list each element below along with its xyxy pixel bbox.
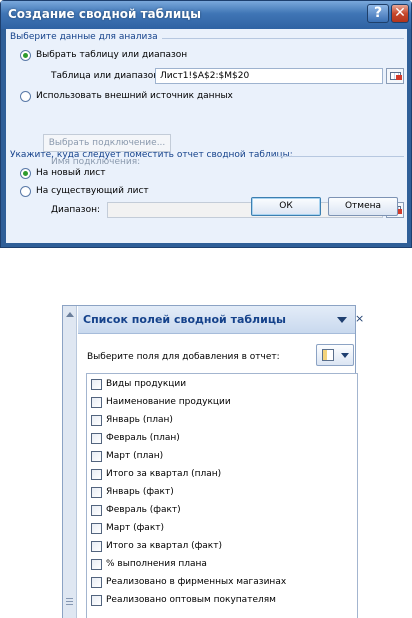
pivot-field-list-panel: Список полей сводной таблицы × Выберите … bbox=[62, 305, 364, 618]
panel-side-strip bbox=[63, 306, 77, 618]
group-header-location: Укажите, куда следует поместить отчет св… bbox=[10, 150, 404, 160]
range-input[interactable]: Лист1!$A$2:$M$20 bbox=[155, 68, 383, 84]
help-button[interactable]: ? bbox=[367, 4, 389, 23]
panel-close-button[interactable]: × bbox=[355, 312, 364, 325]
radio-existing-sheet[interactable] bbox=[20, 186, 31, 197]
dialog-title: Создание сводной таблицы bbox=[8, 7, 201, 21]
field-checkbox[interactable] bbox=[91, 541, 102, 552]
field-label: Итого за квартал (факт) bbox=[106, 541, 222, 551]
field-label: Итого за квартал (план) bbox=[106, 469, 222, 479]
collapse-up-icon[interactable] bbox=[66, 312, 74, 317]
field-label: Февраль (план) bbox=[106, 433, 180, 443]
layout-icon bbox=[322, 349, 334, 361]
ok-button[interactable]: ОК bbox=[251, 197, 321, 216]
dialog-title-bar[interactable]: Создание сводной таблицы ? ✕ bbox=[1, 1, 411, 29]
radio-new-sheet[interactable] bbox=[20, 168, 31, 179]
cancel-button[interactable]: Отмена bbox=[328, 197, 398, 216]
field-checkbox[interactable] bbox=[91, 595, 102, 606]
field-label: % выполнения плана bbox=[106, 559, 207, 569]
collapse-arrow-icon bbox=[396, 75, 402, 80]
panel-body: Выберите поля для добавления в отчет: Ви… bbox=[78, 335, 358, 618]
field-label: Виды продукции bbox=[106, 379, 187, 389]
range-label: Таблица или диапазон: bbox=[51, 71, 163, 81]
panel-title: Список полей сводной таблицы bbox=[83, 313, 286, 326]
field-checkbox[interactable] bbox=[91, 397, 102, 408]
field-list-box[interactable]: Виды продукции Наименование продукции Ян… bbox=[86, 373, 358, 618]
field-label: Март (факт) bbox=[106, 523, 165, 533]
field-label: Реализовано в фирменных магазинах bbox=[106, 577, 287, 587]
field-label: Реализовано оптовым покупателям bbox=[106, 595, 276, 605]
layout-options-button[interactable] bbox=[316, 344, 354, 366]
chevron-down-icon bbox=[341, 353, 349, 358]
field-checkbox[interactable] bbox=[91, 487, 102, 498]
field-label: Наименование продукции bbox=[106, 397, 231, 407]
field-label: Январь (факт) bbox=[106, 487, 174, 497]
panel-header: Список полей сводной таблицы × bbox=[78, 306, 364, 334]
field-checkbox[interactable] bbox=[91, 415, 102, 426]
field-checkbox[interactable] bbox=[91, 379, 102, 390]
radio-external-source-label[interactable]: Использовать внешний источник данных bbox=[36, 91, 233, 101]
group-header-select-data: Выберите данные для анализа bbox=[10, 32, 404, 42]
field-checkbox[interactable] bbox=[91, 433, 102, 444]
create-pivot-dialog: Создание сводной таблицы ? ✕ Выберите да… bbox=[0, 0, 412, 248]
choose-fields-prompt: Выберите поля для добавления в отчет: bbox=[87, 352, 280, 362]
field-checkbox[interactable] bbox=[91, 577, 102, 588]
field-label: Март (план) bbox=[106, 451, 164, 461]
field-checkbox[interactable] bbox=[91, 469, 102, 480]
panel-menu-dropdown-icon[interactable] bbox=[337, 317, 347, 323]
radio-select-range[interactable] bbox=[20, 50, 31, 61]
radio-select-range-label[interactable]: Выбрать таблицу или диапазон bbox=[36, 50, 187, 60]
field-checkbox[interactable] bbox=[91, 559, 102, 570]
radio-external-source[interactable] bbox=[20, 91, 31, 102]
field-checkbox[interactable] bbox=[91, 451, 102, 462]
radio-existing-sheet-label[interactable]: На существующий лист bbox=[36, 186, 149, 196]
field-label: Январь (план) bbox=[106, 415, 173, 425]
field-label: Февраль (факт) bbox=[106, 505, 181, 515]
radio-new-sheet-label[interactable]: На новый лист bbox=[36, 168, 105, 178]
close-button[interactable]: ✕ bbox=[391, 4, 409, 23]
field-checkbox[interactable] bbox=[91, 505, 102, 516]
location-label: Диапазон: bbox=[51, 205, 101, 215]
range-collapse-button[interactable] bbox=[386, 68, 404, 84]
field-checkbox[interactable] bbox=[91, 523, 102, 534]
resize-grip-icon[interactable] bbox=[66, 598, 73, 605]
